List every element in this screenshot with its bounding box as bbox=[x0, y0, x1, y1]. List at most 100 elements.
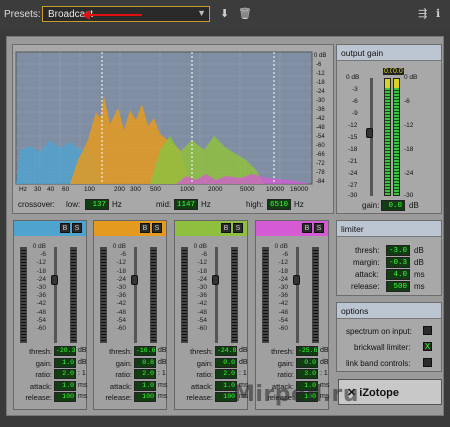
band-scale-label: -48 bbox=[197, 308, 207, 316]
output-gain-knob[interactable] bbox=[366, 128, 373, 138]
limiter-margin-input[interactable]: -0.3 bbox=[386, 257, 410, 268]
db-label: -84 bbox=[316, 179, 325, 185]
band-scale-label: -54 bbox=[197, 316, 207, 324]
ratio-input[interactable]: 3.0 bbox=[296, 369, 318, 379]
ratio-label: ratio: bbox=[277, 370, 294, 379]
gain-input[interactable]: 1.0 bbox=[54, 357, 76, 368]
limiter-release-input[interactable]: 500 bbox=[386, 281, 410, 292]
band-scale-label: -12 bbox=[36, 259, 46, 267]
threshold-knob[interactable] bbox=[131, 275, 138, 285]
band-header: BS bbox=[256, 221, 328, 236]
peak-right: 0.0 bbox=[392, 68, 404, 75]
ratio-label: ratio: bbox=[196, 370, 213, 379]
ratio-input[interactable]: 2.0 bbox=[54, 369, 76, 379]
ratio-input[interactable]: 2.0 bbox=[215, 369, 237, 379]
input-meter bbox=[181, 247, 188, 343]
attack-input[interactable]: 1.0 bbox=[134, 380, 156, 391]
hz-unit: Hz bbox=[201, 200, 211, 209]
input-meter bbox=[100, 247, 107, 343]
freq-label: 30 bbox=[34, 186, 42, 193]
thresh-unit: dB bbox=[158, 347, 167, 354]
info-icon[interactable]: ℹ bbox=[436, 7, 440, 20]
bypass-button[interactable]: B bbox=[221, 223, 231, 233]
brickwall-limiter-checkbox[interactable]: X bbox=[423, 342, 432, 351]
threshold-knob[interactable] bbox=[293, 275, 300, 285]
low-crossover-input[interactable]: 137 bbox=[85, 199, 109, 210]
thresh-input[interactable]: -25.6 bbox=[296, 346, 318, 356]
band-scale-label: -30 bbox=[197, 284, 207, 292]
attack-input[interactable]: 1.0 bbox=[54, 380, 76, 391]
thresh-row: thresh: -16.6 dB bbox=[94, 346, 168, 357]
band-scale: 0 dB -6 -12 -18 -24 -30 -36 -42 -48 -54 -60 bbox=[272, 243, 288, 333]
freq-label: 200 bbox=[114, 186, 125, 193]
out-scale-label: -24 bbox=[404, 170, 414, 177]
band-scale-label: -60 bbox=[278, 325, 288, 333]
band-scale-label: -42 bbox=[197, 300, 207, 308]
link-band-controls-checkbox[interactable] bbox=[423, 358, 432, 367]
ratio-input[interactable]: 2.0 bbox=[134, 369, 156, 379]
release-label: release: bbox=[186, 393, 213, 402]
attack-label: attack: bbox=[109, 381, 132, 391]
band-scale: 0 dB -6 -12 -18 -24 -30 -36 -42 -48 -54 -60 bbox=[191, 243, 207, 333]
attack-unit: ms bbox=[78, 381, 88, 389]
band-scale-label: -6 bbox=[120, 251, 126, 259]
gain-input[interactable]: 0.0 bbox=[215, 357, 237, 368]
band-header: BS bbox=[14, 221, 86, 236]
output-gain-input[interactable]: 0.0 bbox=[381, 200, 405, 211]
threshold-fader[interactable] bbox=[134, 247, 137, 343]
threshold-fader[interactable] bbox=[296, 247, 299, 343]
watermark-text: Mirped.ru bbox=[233, 382, 360, 407]
thresh-input[interactable]: -16.6 bbox=[134, 346, 156, 356]
solo-button[interactable]: S bbox=[72, 223, 82, 233]
gain-reduction-meter bbox=[70, 247, 77, 343]
trash-icon[interactable]: 🗑 bbox=[238, 7, 252, 20]
gain-reduction-meter bbox=[231, 247, 238, 343]
mid-crossover-input[interactable]: 1147 bbox=[174, 199, 198, 210]
solo-button[interactable]: S bbox=[314, 223, 324, 233]
limiter-thresh-unit: dB bbox=[414, 246, 424, 255]
freq-label: 2000 bbox=[208, 186, 223, 193]
thresh-input[interactable]: -20.3 bbox=[54, 346, 76, 356]
routing-icon[interactable]: ⇶ bbox=[418, 7, 427, 20]
band-scale: 0 dB -6 -12 -18 -24 -30 -36 -42 -48 -54 -60 bbox=[30, 243, 46, 333]
release-unit: ms bbox=[158, 393, 168, 400]
band-scale-label: 0 dB bbox=[193, 243, 207, 250]
solo-button[interactable]: S bbox=[233, 223, 243, 233]
thresh-input[interactable]: -24.8 bbox=[215, 346, 237, 356]
limiter-attack-input[interactable]: 4.0 bbox=[386, 269, 410, 280]
db-label: -18 bbox=[316, 80, 325, 86]
hz-unit: Hz bbox=[112, 200, 122, 209]
spectrum-on-input-checkbox[interactable] bbox=[423, 326, 432, 335]
gain-unit: dB bbox=[320, 358, 329, 366]
save-icon[interactable]: ⬇ bbox=[220, 7, 229, 20]
band-scale-label: -18 bbox=[197, 267, 207, 275]
ratio-label: ratio: bbox=[35, 370, 52, 379]
db-label: -72 bbox=[316, 161, 325, 167]
high-crossover-input[interactable]: 6510 bbox=[267, 199, 291, 210]
gain-input[interactable]: 0.8 bbox=[134, 357, 156, 368]
band-header: BS bbox=[94, 221, 166, 236]
limiter-thresh-input[interactable]: -3.0 bbox=[386, 245, 410, 256]
band-scale-label: 0 dB bbox=[32, 243, 46, 250]
threshold-fader[interactable] bbox=[54, 247, 57, 343]
threshold-knob[interactable] bbox=[212, 275, 219, 285]
band-scale-label: -54 bbox=[278, 316, 288, 324]
freq-label: 100 bbox=[84, 186, 95, 193]
gain-input[interactable]: 0.0 bbox=[296, 357, 318, 368]
out-scale-label: 0 dB bbox=[346, 74, 360, 81]
bypass-button[interactable]: B bbox=[302, 223, 312, 233]
threshold-fader[interactable] bbox=[215, 247, 218, 343]
bypass-button[interactable]: B bbox=[60, 223, 70, 233]
release-input[interactable]: 100 bbox=[54, 392, 76, 402]
freq-label: 300 bbox=[130, 186, 141, 193]
gain-row: gain: 0.8 dB bbox=[94, 357, 168, 369]
chevron-down-icon: ▼ bbox=[197, 8, 206, 18]
band-scale-label: -24 bbox=[116, 275, 126, 283]
bypass-button[interactable]: B bbox=[140, 223, 150, 233]
solo-button[interactable]: S bbox=[152, 223, 162, 233]
ratio-unit: : 1 bbox=[320, 370, 328, 377]
release-input[interactable]: 100 bbox=[134, 392, 156, 402]
db-label: -12 bbox=[316, 71, 325, 77]
threshold-knob[interactable] bbox=[51, 275, 58, 285]
band-scale-label: -24 bbox=[36, 275, 46, 283]
